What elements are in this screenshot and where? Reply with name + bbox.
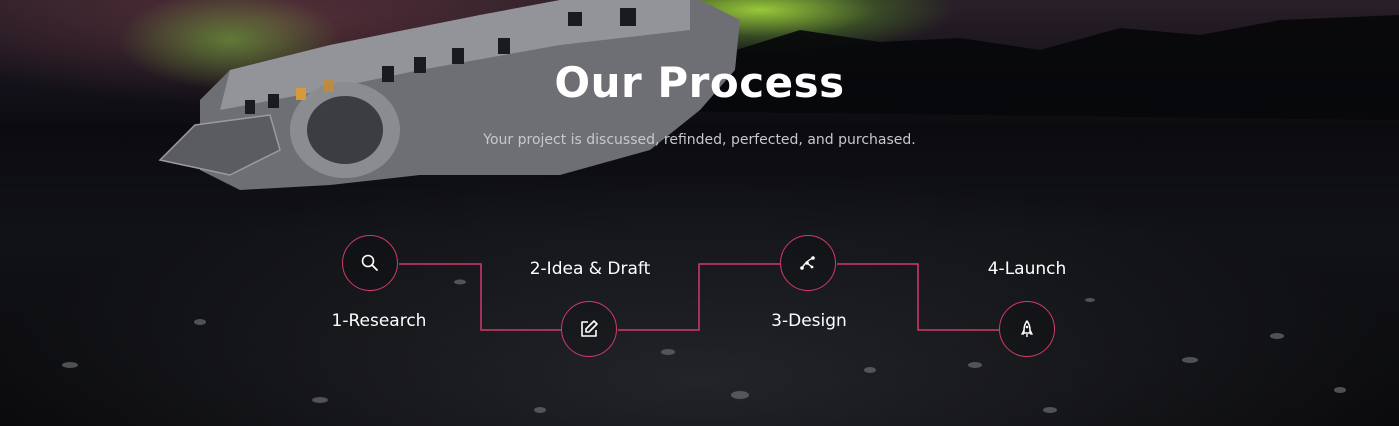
step-launch-label: 4-Launch [987,259,1067,279]
vector-path-icon [800,256,815,270]
rocket-icon [1020,320,1034,337]
step-design-label: 3-Design [771,311,847,331]
step-design-button[interactable] [780,235,836,291]
step-research-label: 1-Research [331,311,427,331]
step-idea-draft-button[interactable] [561,301,617,357]
edit-icon [581,320,598,337]
step-idea-draft-label: 2-Idea & Draft [529,259,651,279]
step-research-button[interactable] [342,235,398,291]
search-icon [361,254,378,271]
step-launch-button[interactable] [999,301,1055,357]
process-section: Our Process Your project is discussed, r… [0,0,1399,426]
process-connector-lines [399,263,999,331]
